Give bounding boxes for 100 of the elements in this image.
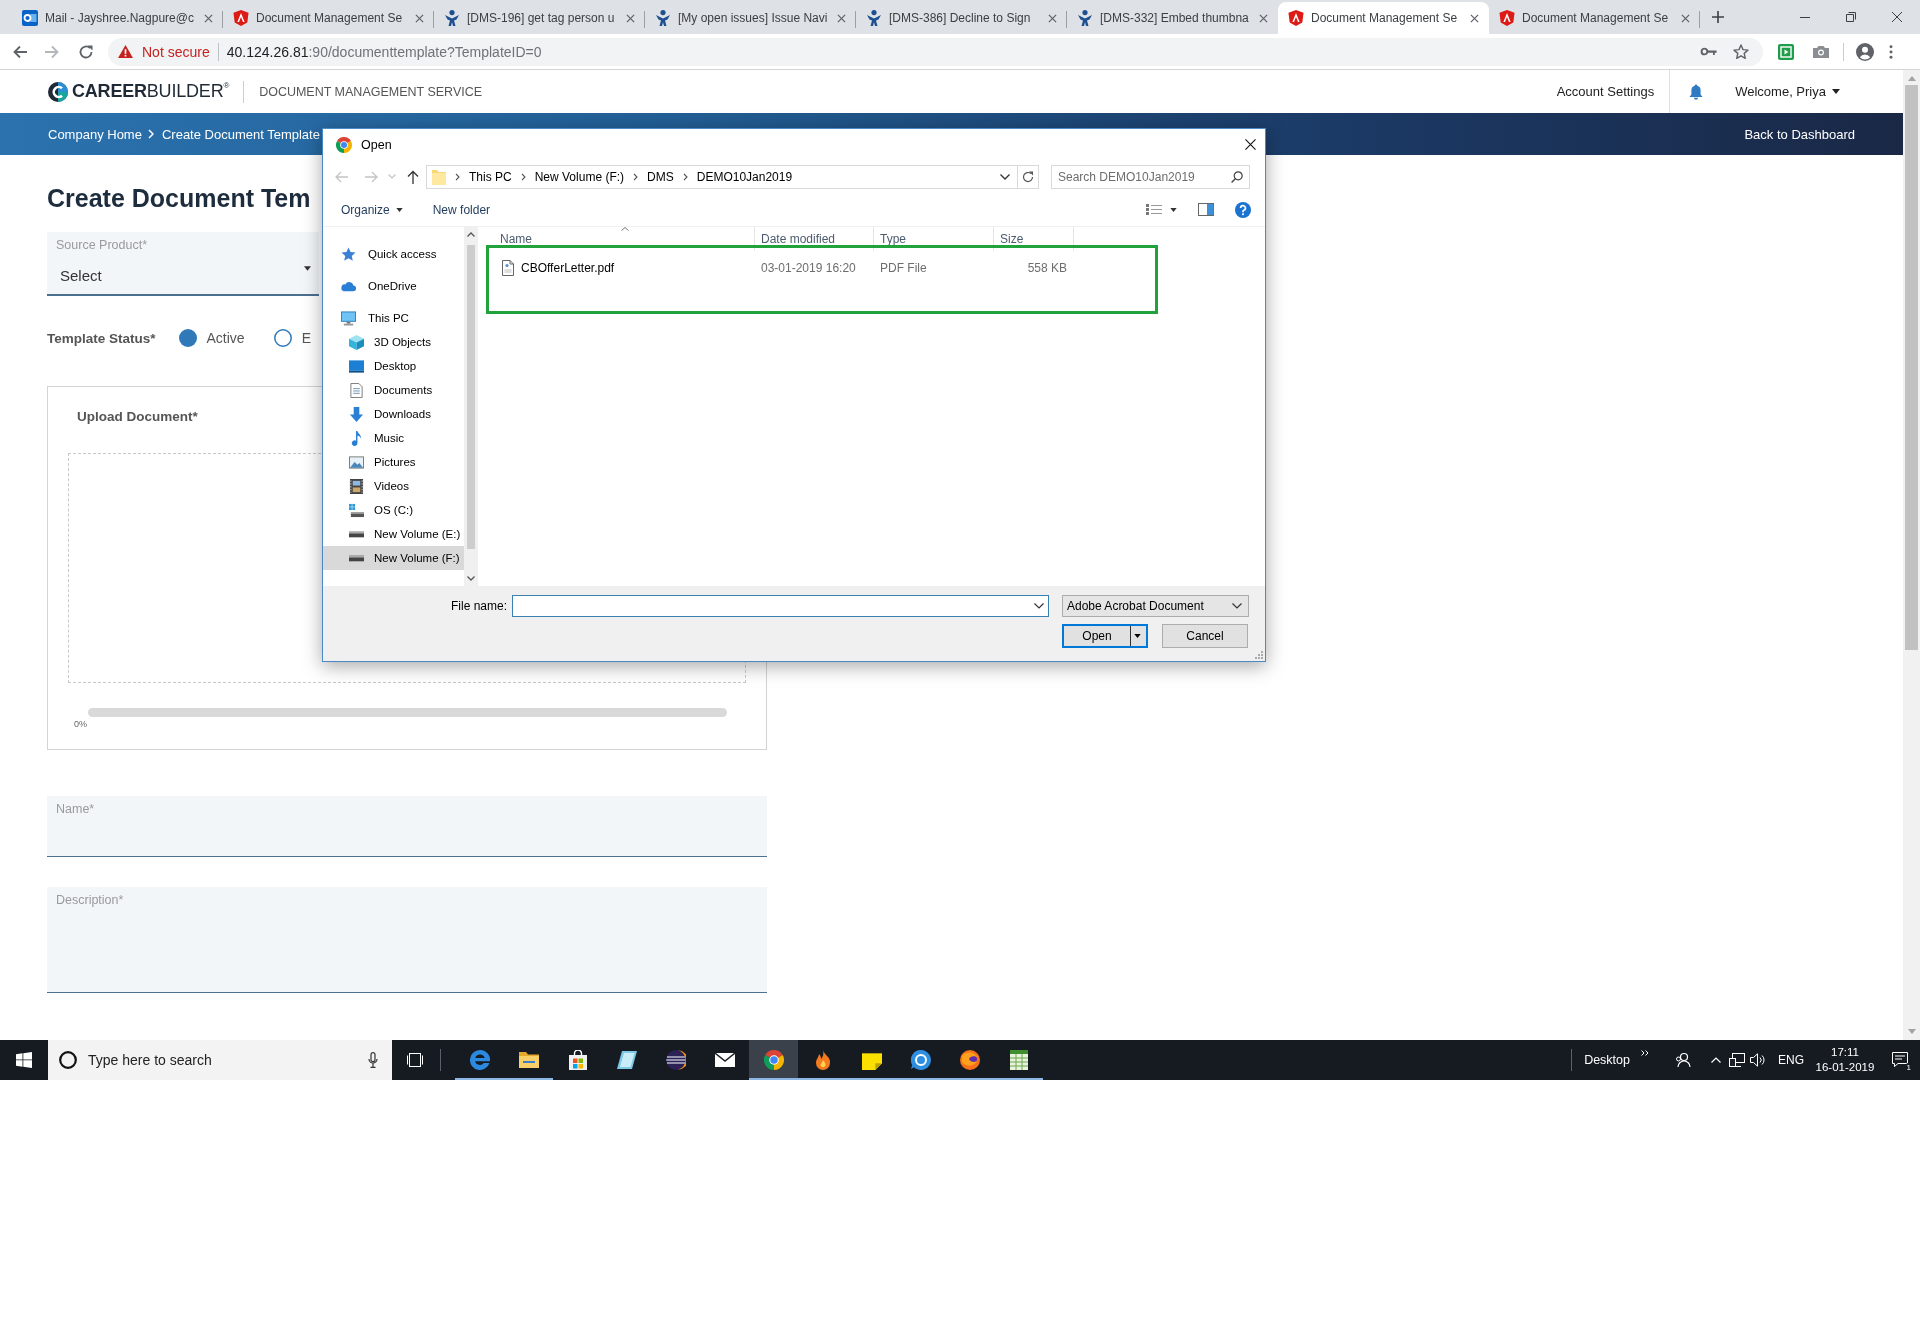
resize-grip-icon[interactable]	[1255, 651, 1263, 659]
path-segment[interactable]: DMS	[647, 169, 674, 184]
radio-label[interactable]: Active	[206, 330, 245, 346]
toolbar-label[interactable]: Desktop	[1584, 1053, 1630, 1067]
nav-item[interactable]: Quick access	[323, 242, 464, 266]
browser-tab[interactable]: [DMS-332] Embed thumbna	[1067, 2, 1278, 34]
logo-text[interactable]: CAREERBUILDER$^{®}$	[72, 81, 230, 102]
preview-pane-icon[interactable]	[1198, 203, 1214, 216]
url-text[interactable]: 40.124.26.81:90/documenttemplate?TemplateID=0	[226, 43, 542, 60]
microphone-icon[interactable]	[368, 1052, 378, 1068]
language-indicator[interactable]: ENG	[1778, 1053, 1804, 1067]
column-header[interactable]: Name	[494, 227, 755, 251]
path-segment[interactable]: This PC	[469, 169, 512, 184]
search-field[interactable]: Search DEMO10Jan2019	[1051, 164, 1250, 189]
nav-item[interactable]: OneDrive	[323, 274, 464, 298]
breadcrumb-link[interactable]: Create Document Template	[161, 126, 320, 142]
browser-tab[interactable]: Document Management Se	[1278, 2, 1489, 34]
source-product-select[interactable]: Source Product* Select	[47, 232, 319, 296]
scrollbar-thumb[interactable]	[467, 245, 475, 549]
caret-icon[interactable]	[1170, 207, 1177, 212]
profile-icon[interactable]	[1856, 42, 1874, 61]
round-logo-icon	[763, 1050, 784, 1070]
organize-button[interactable]: Organize	[341, 202, 403, 217]
search-icon[interactable]	[1231, 170, 1243, 183]
task-view-icon[interactable]	[407, 1053, 423, 1067]
sticky-note-icon	[861, 1050, 882, 1070]
user-menu[interactable]: Welcome, Priya	[1735, 84, 1840, 99]
file-name[interactable]: CBOfferLetter.pdf	[521, 261, 615, 275]
nav-item[interactable]: Music	[323, 426, 464, 450]
path-bar[interactable]: This PC New Volume (F:) DMS DEMO10Jan2019	[426, 164, 1039, 189]
open-button[interactable]: Open	[1062, 624, 1148, 648]
volume-icon[interactable]	[1750, 1053, 1766, 1067]
search-box[interactable]: Type here to search	[48, 1040, 392, 1080]
browser-tab[interactable]: Document Management Se	[1489, 2, 1700, 34]
chevron-icon[interactable]	[633, 172, 639, 181]
refresh-icon[interactable]	[1022, 170, 1034, 183]
close-icon[interactable]	[1245, 139, 1256, 150]
radio-icon[interactable]	[178, 329, 197, 347]
close-icon[interactable]	[1892, 12, 1902, 22]
file-type-select[interactable]: Adobe Acrobat Document	[1062, 595, 1249, 617]
cancel-button[interactable]: Cancel	[1162, 624, 1248, 648]
nav-item[interactable]: Desktop	[323, 354, 464, 378]
view-options-icon[interactable]	[1146, 204, 1162, 215]
chevron-icon[interactable]	[682, 172, 688, 181]
nav-item[interactable]: 3D Objects	[323, 330, 464, 354]
camera-icon[interactable]	[1813, 45, 1829, 58]
nav-item[interactable]: Pictures	[323, 450, 464, 474]
reload-icon[interactable]	[78, 43, 94, 60]
key-icon[interactable]	[1700, 47, 1717, 56]
nav-item[interactable]: OS (C:)	[323, 498, 464, 522]
chevron-icon[interactable]	[455, 172, 460, 181]
back-to-dashboard-link[interactable]: Back to Dashboard	[1744, 126, 1855, 142]
people-icon[interactable]	[1675, 1052, 1691, 1068]
new-tab-icon[interactable]	[1712, 11, 1724, 23]
nav-item[interactable]: Documents	[323, 378, 464, 402]
bookmark-star-icon[interactable]	[1733, 43, 1749, 60]
browser-tab[interactable]: [DMS-386] Decline to Sign	[856, 2, 1067, 34]
nav-item[interactable]: Videos	[323, 474, 464, 498]
column-header[interactable]: Date modified	[755, 227, 874, 251]
network-icon[interactable]	[1729, 1053, 1745, 1067]
account-settings-link[interactable]: Account Settings	[1556, 84, 1655, 99]
chevron-icon[interactable]	[520, 172, 526, 181]
radio-label[interactable]: E	[301, 330, 311, 346]
nav-item[interactable]: Downloads	[323, 402, 464, 426]
help-icon[interactable]	[1235, 201, 1251, 218]
nav-item[interactable]: New Volume (E:)	[323, 522, 464, 546]
chevron-down-icon[interactable]	[1034, 603, 1044, 609]
scrollbar-thumb[interactable]	[1905, 85, 1918, 650]
browser-tab[interactable]: Mail - Jayshree.Nagpure@c	[12, 2, 223, 34]
nav-item[interactable]: This PC	[323, 306, 464, 330]
back-icon[interactable]	[12, 43, 28, 60]
scroll-up-icon[interactable]	[467, 232, 475, 237]
file-name-field[interactable]	[512, 595, 1049, 617]
restore-icon[interactable]	[1846, 12, 1856, 22]
browser-tab[interactable]: [DMS-196] get tag person u	[434, 2, 645, 34]
clock[interactable]: 17:11 16-01-2019	[1814, 1045, 1876, 1075]
nav-item[interactable]: New Volume (F:)	[323, 546, 464, 570]
path-segment[interactable]: New Volume (F:)	[534, 169, 625, 184]
play-tile-icon[interactable]	[1778, 43, 1794, 60]
up-arrow-icon[interactable]	[407, 169, 419, 184]
notification-icon[interactable]	[1892, 1051, 1908, 1067]
chevron-up-icon[interactable]	[1711, 1057, 1721, 1063]
path-segment[interactable]: DEMO10Jan2019	[696, 169, 793, 184]
browser-tab[interactable]: Document Management Se	[223, 2, 434, 34]
breadcrumb-link[interactable]: Company Home	[48, 126, 142, 142]
start-icon[interactable]	[16, 1052, 32, 1068]
browser-tab[interactable]: [My open issues] Issue Navi	[645, 2, 856, 34]
double-chevron-icon[interactable]	[1641, 1050, 1649, 1056]
menu-icon[interactable]	[1889, 44, 1893, 59]
new-folder-button[interactable]: New folder	[432, 202, 491, 217]
radio-icon[interactable]	[273, 329, 292, 347]
figure-icon	[655, 10, 671, 26]
envelope-icon	[714, 1050, 735, 1070]
caret-icon[interactable]	[1134, 634, 1141, 638]
column-header[interactable]: Type	[874, 227, 994, 251]
chevron-down-icon[interactable]	[1000, 173, 1010, 180]
column-header[interactable]: Size	[994, 227, 1074, 251]
bell-icon[interactable]	[1689, 83, 1704, 100]
scroll-down-icon[interactable]	[467, 576, 475, 581]
address-bar[interactable]: Not secure 40.124.26.81:90/documenttemplate?TemplateID=0	[108, 37, 1763, 66]
